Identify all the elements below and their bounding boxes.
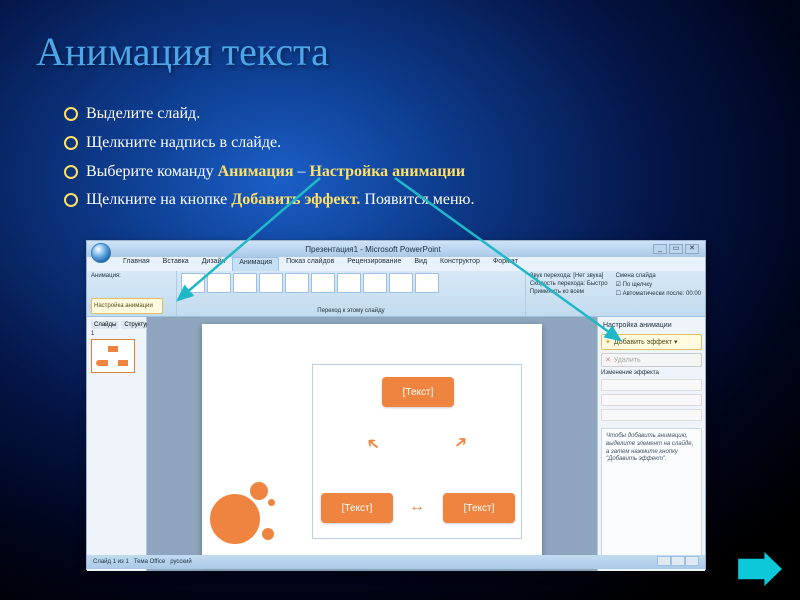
bullet-item: Выделите слайд.	[60, 100, 475, 129]
tab-insert: Вставка	[157, 257, 195, 271]
tab-animation: Анимация	[232, 257, 279, 271]
bullet-item: Щелкните надпись в слайде.	[60, 129, 475, 158]
custom-animation-pane: Настройка анимации Добавить эффект ▾ Уда…	[597, 317, 705, 571]
slide-thumbnails-pane: СлайдыСтруктура 1	[87, 317, 147, 571]
slide-thumbnail	[91, 339, 135, 373]
tab-review: Рецензирование	[341, 257, 407, 271]
tab-home: Главная	[117, 257, 156, 271]
slide-title: Анимация текста	[36, 28, 329, 75]
next-slide-button[interactable]	[738, 552, 782, 586]
window-controls: _▭✕	[653, 244, 699, 254]
cycle-arrow-icon: ➔	[363, 433, 384, 454]
tab-view: Вид	[408, 257, 433, 271]
ribbon-tabs: Главная Вставка Дизайн Анимация Показ сл…	[87, 257, 705, 271]
slide: [Текст] [Текст] [Текст] ➔ ➔ ↔	[202, 324, 542, 564]
tab-slideshow: Показ слайдов	[280, 257, 340, 271]
smartart-node: [Текст]	[382, 377, 454, 407]
smartart-node: [Текст]	[321, 493, 393, 523]
window-titlebar: Презентация1 - Microsoft PowerPoint _▭✕	[87, 241, 705, 257]
office-orb-icon	[91, 243, 111, 263]
window-title-text: Презентация1 - Microsoft PowerPoint	[305, 245, 440, 254]
view-buttons	[657, 556, 699, 568]
tab-design: Дизайн	[196, 257, 232, 271]
tab-constructor: Конструктор	[434, 257, 486, 271]
smartart-node: [Текст]	[443, 493, 515, 523]
custom-animation-button: Настройка анимации	[91, 298, 163, 314]
smartart-cycle: [Текст] [Текст] [Текст] ➔ ➔ ↔	[312, 364, 522, 539]
slide-canvas: [Текст] [Текст] [Текст] ➔ ➔ ↔	[147, 317, 597, 571]
ribbon: Анимация: Настройка анимации Переход к э…	[87, 271, 705, 317]
add-effect-button: Добавить эффект ▾	[601, 334, 702, 350]
bullet-list: Выделите слайд. Щелкните надпись в слайд…	[60, 100, 475, 215]
bullet-item: Щелкните на кнопке Добавить эффект. Появ…	[60, 186, 475, 215]
delete-effect-button: Удалить	[601, 353, 702, 367]
tab-format: Формат	[487, 257, 524, 271]
pane-hint: Чтобы добавить анимацию, выделите элемен…	[601, 428, 702, 568]
transition-gallery	[181, 273, 521, 293]
cycle-arrow-icon: ↔	[409, 499, 425, 515]
transition-options: Звук перехода: [Нет звука] Скорость пере…	[526, 271, 612, 316]
bullet-item: Выберите команду Анимация – Настройка ан…	[60, 158, 475, 187]
powerpoint-screenshot: Презентация1 - Microsoft PowerPoint _▭✕ …	[86, 240, 706, 570]
pane-title: Настройка анимации	[601, 320, 702, 331]
advance-slide: Смена слайда ☑ По щелчку ☐ Автоматически…	[612, 271, 705, 316]
cycle-arrow-icon: ➔	[451, 433, 472, 454]
status-bar: Слайд 1 из 1 Тема Office русский	[87, 555, 705, 569]
